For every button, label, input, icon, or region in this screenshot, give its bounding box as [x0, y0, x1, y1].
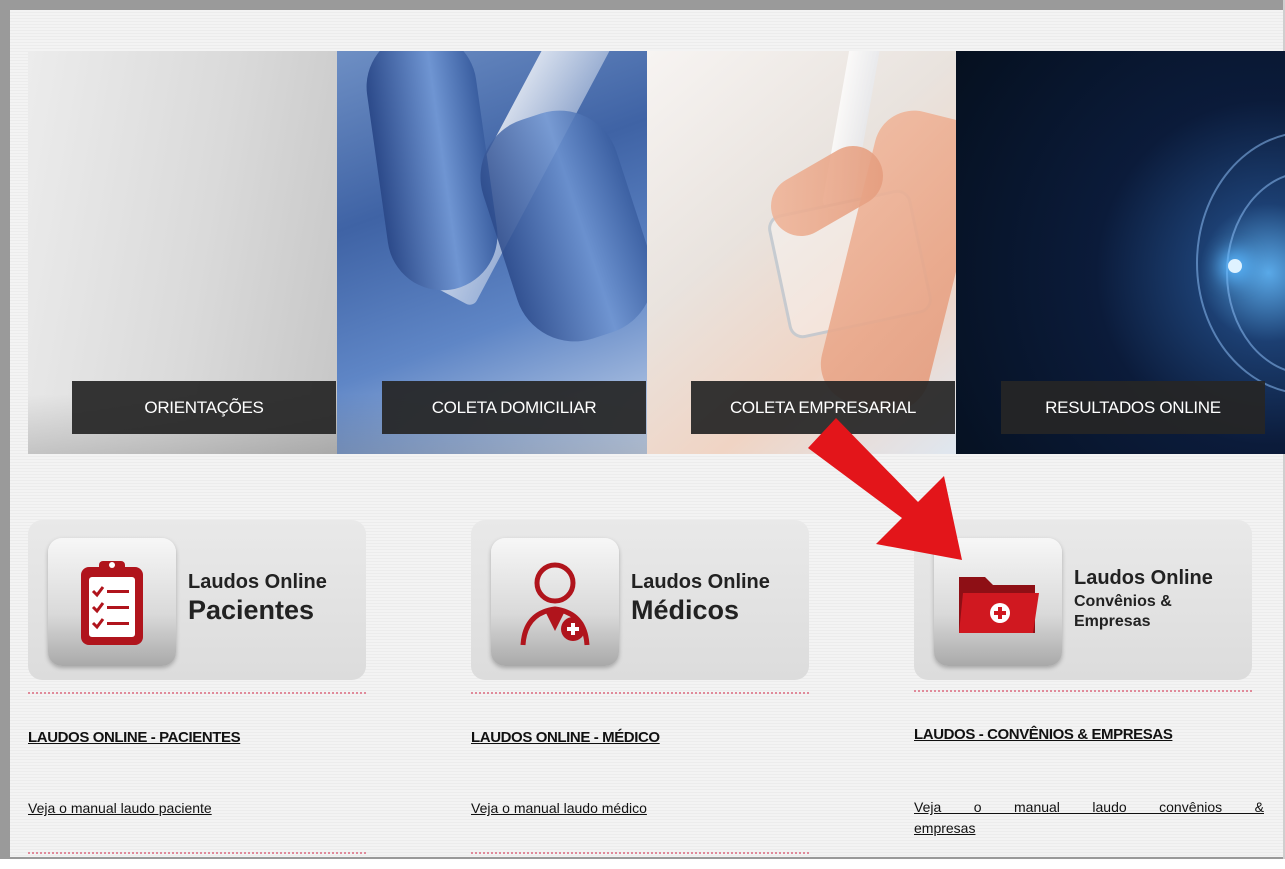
divider [471, 852, 809, 854]
card-title-line1: Laudos Online [631, 571, 770, 593]
clipboard-checklist-icon [48, 538, 176, 666]
card-title-line2: Médicos [631, 595, 740, 625]
manual-paciente-link[interactable]: Veja o manual laudo paciente [28, 800, 212, 816]
card-title-line2: Convênios & [1074, 593, 1172, 610]
card-title-line1: Laudos Online [188, 571, 327, 593]
laudos-medico-link[interactable]: LAUDOS ONLINE - MÉDICO [471, 729, 660, 746]
divider [28, 692, 366, 694]
card-title-line3: Empresas [1074, 613, 1151, 630]
laudos-pacientes-card[interactable]: Laudos Online Pacientes [28, 520, 366, 680]
manual-convenios-link-line1[interactable]: Veja o manual laudo convênios & [914, 799, 1264, 815]
resultados-online-button[interactable]: RESULTADOS ONLINE [1001, 381, 1265, 434]
orientacoes-button[interactable]: ORIENTAÇÕES [72, 381, 336, 434]
red-arrow-icon [808, 418, 962, 560]
coleta-domiciliar-button[interactable]: COLETA DOMICILIAR [382, 381, 646, 434]
manual-medico-link[interactable]: Veja o manual laudo médico [471, 800, 647, 816]
manual-convenios-link-line2[interactable]: empresas [914, 820, 975, 836]
doctor-icon [491, 538, 619, 666]
divider [914, 690, 1252, 692]
divider [28, 852, 366, 854]
card-title-line1: Laudos Online [1074, 567, 1213, 589]
services-banner: ORIENTAÇÕES COLETA DOMICILIAR COLETA EMP… [28, 51, 1285, 454]
laudos-convenios-link[interactable]: LAUDOS - CONVÊNIOS & EMPRESAS [914, 726, 1173, 743]
divider [471, 692, 809, 694]
laudos-medicos-card[interactable]: Laudos Online Médicos [471, 520, 809, 680]
card-title-line2: Pacientes [188, 595, 315, 625]
laudos-pacientes-link[interactable]: LAUDOS ONLINE - PACIENTES [28, 729, 241, 746]
